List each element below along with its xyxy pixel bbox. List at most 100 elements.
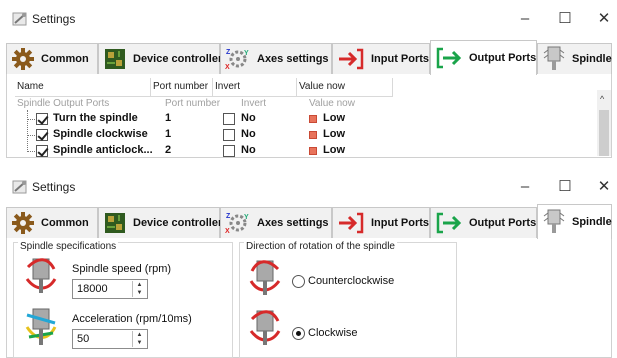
tab-axes-settings[interactable]: X Y Z Axes settings: [220, 207, 332, 238]
tab-axes-settings[interactable]: X Y Z Axes settings: [220, 43, 332, 74]
close-button[interactable]: ✕: [592, 176, 616, 198]
tree-branch: [27, 151, 35, 152]
acceleration-spinbox[interactable]: 50 ▲ ▼: [72, 329, 148, 349]
table-row[interactable]: Spindle clockwise 1 No Low: [15, 127, 593, 143]
circuit-board-icon: [105, 213, 125, 233]
vertical-scrollbar[interactable]: ^: [597, 90, 611, 156]
row-port: 2: [165, 144, 172, 156]
row-value: Low: [323, 144, 345, 156]
settings-app-icon: [12, 12, 27, 26]
scroll-thumb[interactable]: [599, 110, 609, 156]
settings-window-spindle: Settings – ☐ ✕ Common Device controller …: [0, 168, 617, 358]
settings-app-icon: [12, 180, 27, 194]
invert-checkbox[interactable]: [223, 113, 235, 125]
cw-spindle-icon: [249, 310, 281, 345]
row-invert: No: [241, 112, 256, 124]
tab-output-ports[interactable]: Output Ports: [430, 207, 537, 238]
enable-checkbox[interactable]: [36, 145, 48, 157]
clockwise-label[interactable]: Clockwise: [308, 327, 358, 339]
led-indicator-icon: [309, 147, 317, 155]
tab-label: Input Ports: [371, 217, 430, 229]
row-port: 1: [165, 112, 172, 124]
header-divider: [15, 96, 393, 97]
row-invert: No: [241, 128, 256, 140]
spindle-icon: [543, 46, 565, 70]
column-header-port-number[interactable]: Port number: [151, 78, 213, 96]
counterclockwise-label[interactable]: Counterclockwise: [308, 275, 394, 287]
tab-label: Spindle: [572, 216, 612, 228]
svg-text:X: X: [225, 64, 230, 71]
tab-label: Common: [41, 217, 89, 229]
tab-common[interactable]: Common: [6, 43, 98, 74]
tab-label: Axes settings: [257, 217, 329, 229]
row-name: Spindle anticlock...: [53, 144, 153, 156]
axes-gears-icon: X Y Z: [225, 49, 249, 71]
svg-text:Y: Y: [244, 214, 249, 221]
tab-common[interactable]: Common: [6, 207, 98, 238]
tab-strip: Common Device controller X Y Z Axes settin…: [6, 204, 612, 239]
tab-spindle[interactable]: Spindle: [537, 43, 612, 74]
spindle-speed-label: Spindle speed (rpm): [72, 263, 172, 275]
spin-arrows-icon[interactable]: ▲ ▼: [132, 281, 146, 297]
input-arrow-icon: [339, 212, 364, 234]
enable-checkbox[interactable]: [36, 129, 48, 141]
acceleration-spindle-icon: [25, 308, 57, 345]
spindle-panel: Spindle specifications Spindle speed (rp…: [6, 238, 612, 358]
circuit-board-icon: [105, 49, 125, 69]
rotation-direction-group: Direction of rotation of the spindle Cou…: [239, 241, 457, 358]
table-row[interactable]: Turn the spindle 1 No Low: [15, 111, 593, 127]
tab-label: Axes settings: [257, 53, 329, 65]
gear-icon: [12, 48, 34, 70]
window-title: Settings: [32, 180, 76, 194]
spindle-specifications-group: Spindle specifications Spindle speed (rp…: [13, 241, 233, 358]
svg-text:Z: Z: [226, 213, 231, 220]
clockwise-radio[interactable]: [292, 327, 305, 340]
table-row[interactable]: Spindle anticlock... 2 No Low: [15, 143, 593, 159]
tab-label: Input Ports: [371, 53, 430, 65]
minimize-button[interactable]: –: [513, 176, 537, 198]
group-row-value: Value now: [309, 98, 355, 109]
minimize-button[interactable]: –: [513, 8, 537, 30]
group-title: Direction of rotation of the spindle: [244, 241, 397, 252]
spindle-icon: [543, 209, 565, 233]
input-arrow-icon: [339, 48, 364, 70]
group-row-name: Spindle Output Ports: [17, 98, 110, 109]
tab-output-ports[interactable]: Output Ports: [430, 40, 537, 75]
tab-label: Common: [41, 53, 89, 65]
svg-text:Z: Z: [226, 49, 231, 56]
acceleration-value: 50: [77, 333, 90, 345]
spin-arrows-icon[interactable]: ▲ ▼: [132, 331, 146, 347]
tab-strip: Common Device controller X Y Z Axes settin…: [6, 40, 612, 75]
maximize-button[interactable]: ☐: [553, 8, 577, 30]
invert-checkbox[interactable]: [223, 145, 235, 157]
tab-device-controller[interactable]: Device controller: [98, 43, 222, 74]
counterclockwise-radio[interactable]: [292, 275, 305, 288]
column-header-name[interactable]: Name: [15, 78, 151, 96]
close-button[interactable]: ✕: [592, 8, 616, 30]
group-title: Spindle specifications: [18, 241, 119, 252]
tab-input-ports[interactable]: Input Ports: [332, 43, 430, 74]
tab-spindle[interactable]: Spindle: [537, 204, 612, 239]
settings-window-output-ports: Settings – ☐ ✕ Common Device controller …: [0, 0, 617, 158]
ccw-spindle-icon: [249, 260, 281, 295]
scroll-up-icon[interactable]: ^: [600, 94, 604, 104]
acceleration-label: Acceleration (rpm/10ms): [72, 313, 192, 325]
led-indicator-icon: [309, 131, 317, 139]
speed-spindle-icon: [25, 258, 57, 293]
enable-checkbox[interactable]: [36, 113, 48, 125]
tab-label: Spindle: [572, 53, 612, 65]
column-header-value-now[interactable]: Value now: [297, 78, 393, 96]
tab-input-ports[interactable]: Input Ports: [332, 207, 430, 238]
column-header-invert[interactable]: Invert: [213, 78, 297, 96]
row-name: Turn the spindle: [53, 112, 138, 124]
spindle-speed-spinbox[interactable]: 18000 ▲ ▼: [72, 279, 148, 299]
invert-checkbox[interactable]: [223, 129, 235, 141]
tab-device-controller[interactable]: Device controller: [98, 207, 222, 238]
tab-label: Output Ports: [469, 217, 537, 229]
output-arrow-icon: [436, 47, 462, 69]
svg-text:X: X: [225, 228, 230, 235]
svg-text:Y: Y: [244, 50, 249, 57]
spindle-speed-value: 18000: [77, 283, 108, 295]
title-bar: Settings – ☐ ✕: [0, 0, 617, 38]
maximize-button[interactable]: ☐: [553, 176, 577, 198]
